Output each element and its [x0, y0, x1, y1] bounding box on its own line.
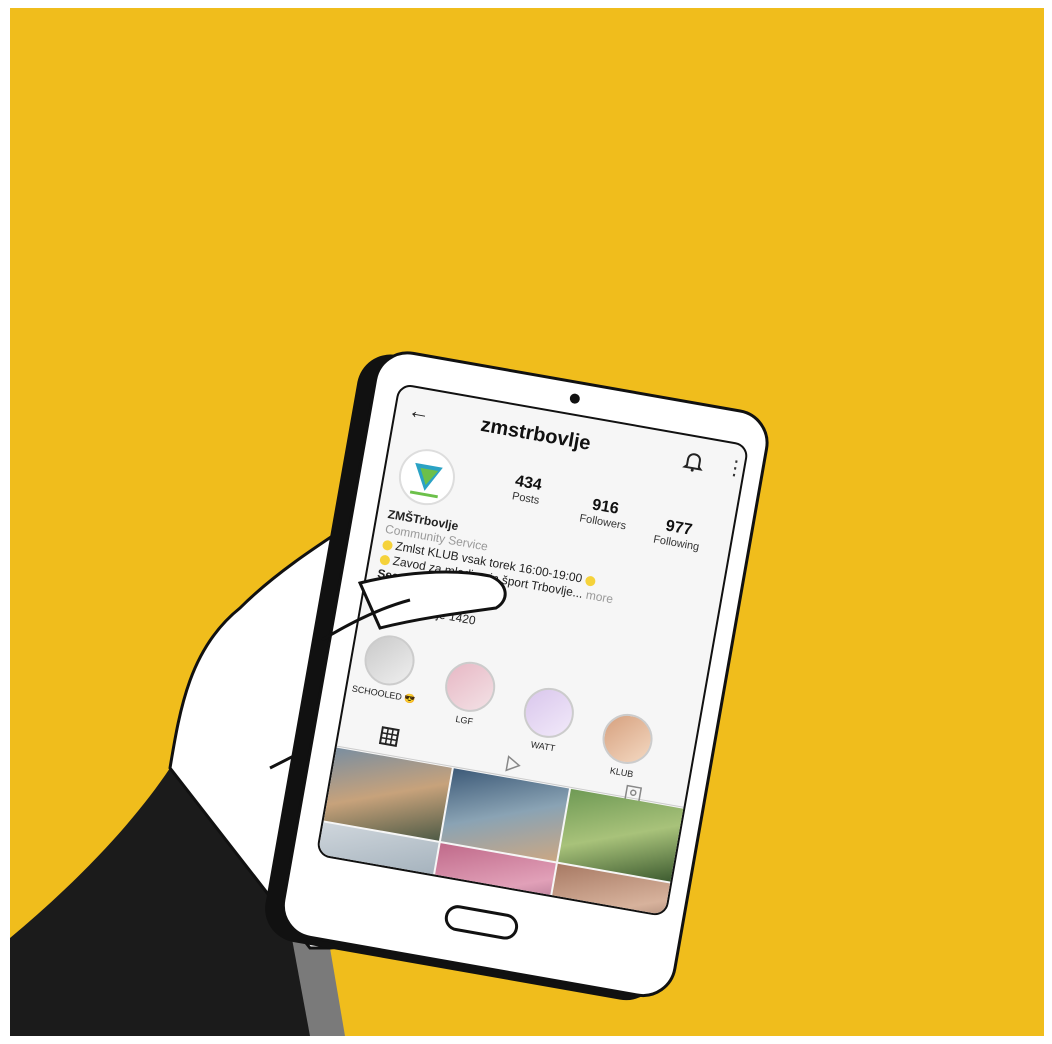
fingers-illustration — [321, 570, 507, 642]
illustration-canvas: ← zmstrbovlje ⋮ 434 Posts 916 Followers … — [10, 8, 1044, 1036]
scene: ← zmstrbovlje ⋮ 434 Posts 916 Followers … — [10, 8, 1044, 1036]
finger — [357, 570, 507, 630]
